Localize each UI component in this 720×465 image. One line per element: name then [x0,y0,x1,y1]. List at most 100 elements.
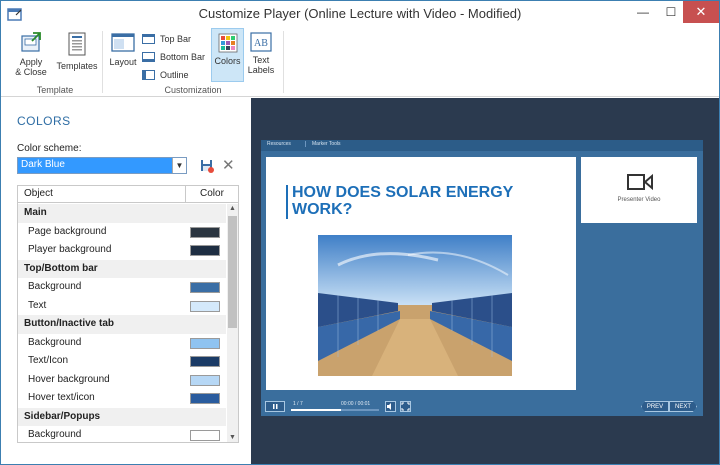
colors-button[interactable]: Colors [211,28,244,82]
top-bar-label: Top Bar [160,34,192,44]
save-scheme-icon[interactable] [200,159,214,173]
group-label: Top/Bottom bar [24,262,98,274]
minimize-button[interactable]: — [629,1,657,23]
text-labels-button[interactable]: AB Text Labels [246,31,276,75]
object-label: Background [28,429,82,440]
color-swatch[interactable] [190,430,220,441]
color-swatch[interactable] [190,356,220,367]
table-group-row[interactable]: Sidebar/Popups [18,407,226,426]
seek-bar[interactable] [291,409,379,411]
color-scheme-dropdown[interactable]: Dark Blue ▼ [17,157,187,174]
object-label: Page background [28,225,107,237]
vertical-scrollbar[interactable]: ▲ ▼ [227,204,238,442]
bottom-bar-icon [142,52,155,62]
table-row[interactable]: Text [18,297,226,316]
top-bar-button[interactable]: Top Bar [142,31,191,47]
table-group-row[interactable]: Button/Inactive tab [18,315,226,334]
bottom-bar-button[interactable]: Bottom Bar [142,49,205,65]
color-swatch[interactable] [190,337,220,349]
object-label: Player background [28,244,112,255]
color-scheme-value: Dark Blue [21,159,65,170]
colors-label: Colors [214,56,241,66]
time-display: 00:00 / 00:01 [341,401,371,407]
column-divider [185,186,186,203]
window-title: Customize Player (Online Lecture with Vi… [198,6,522,21]
slide-counter: 1 / 7 [293,401,303,407]
title-bar: Customize Player (Online Lecture with Vi… [1,1,719,27]
customization-group-label: Customization [164,85,222,95]
scroll-thumb[interactable] [228,216,237,328]
slide-title-accent [286,185,288,219]
svg-text:AB: AB [254,38,268,49]
group-label: Main [24,207,47,218]
table-header: Object Color [18,186,238,203]
group-label: Sidebar/Popups [24,410,101,422]
volume-button[interactable] [385,401,396,412]
object-label: Background [28,336,82,348]
panel-title: COLORS [17,114,71,128]
layout-label: Layout [109,57,137,67]
color-scheme-label: Color scheme: [17,143,82,154]
color-swatch[interactable] [190,226,220,238]
outline-label: Outline [160,70,189,80]
object-label: Text [28,299,47,311]
seek-progress [291,409,342,411]
table-group-row[interactable]: Top/Bottom bar [18,259,226,278]
color-swatch[interactable] [190,300,220,312]
customize-player-window: Customize Player (Online Lecture with Vi… [0,0,720,465]
table-row[interactable]: Background [18,334,226,353]
color-rows: Main Page background Player background Top/… [18,204,226,442]
templates-icon [68,32,86,56]
color-swatch[interactable] [190,282,220,293]
outline-button[interactable]: Outline [142,67,189,83]
layout-button[interactable]: Layout [107,31,139,67]
table-row[interactable]: Hover text/icon [18,389,226,408]
column-header-object: Object [24,188,53,199]
scroll-down-icon[interactable]: ▼ [228,434,237,441]
group-label: Button/Inactive tab [24,318,115,329]
table-group-row[interactable]: Main [18,204,226,223]
text-labels-label: Text Labels [247,55,275,75]
maximize-button[interactable]: ☐ [657,1,685,23]
delete-scheme-icon[interactable]: ✕ [222,156,235,174]
color-swatch[interactable] [190,245,220,256]
table-row[interactable]: Text/Icon [18,352,226,371]
table-row[interactable]: Background [18,278,226,297]
template-group-label: Template [36,85,74,95]
apply-close-icon [21,32,41,52]
colors-panel: COLORS Color scheme: Dark Blue ▼ ✕ Objec… [9,99,249,445]
solar-panels-image [318,235,512,376]
next-button[interactable]: NEXT [669,401,697,412]
video-camera-icon [627,173,653,191]
prev-button[interactable]: PREV [641,401,669,412]
tab-marker-tools[interactable]: Marker Tools [305,141,341,147]
object-label: Hover background [28,373,110,385]
top-bar-icon [142,34,155,44]
object-label: Hover text/icon [28,392,95,403]
table-row[interactable]: Hover background [18,371,226,390]
ribbon: Apply & Close Templates Template Layout [1,27,719,97]
color-table: Object Color Main Page background Player b… [17,185,239,443]
table-row[interactable]: Player background [18,241,226,260]
layout-icon [111,33,135,52]
object-label: Text/Icon [28,355,69,366]
close-button[interactable]: ✕ [683,1,719,23]
chevron-down-icon[interactable]: ▼ [172,158,186,173]
object-label: Background [28,281,82,292]
tab-resources[interactable]: Resources [267,141,291,147]
color-swatch[interactable] [190,393,220,404]
color-swatch[interactable] [190,374,220,386]
templates-button[interactable]: Templates [55,31,99,71]
scroll-up-icon[interactable]: ▲ [228,205,237,212]
bottom-bar-label: Bottom Bar [160,52,206,62]
table-row[interactable]: Page background [18,223,226,242]
table-row[interactable]: Background [18,426,226,442]
fullscreen-button[interactable] [400,401,411,412]
pause-icon [273,404,278,409]
player-top-bar: Resources Marker Tools [261,140,703,151]
colors-icon [218,33,237,53]
pause-button[interactable] [265,401,285,412]
column-header-color: Color [200,188,224,199]
apply-close-label: Apply & Close [15,57,47,77]
apply-close-button[interactable]: Apply & Close [11,31,51,77]
